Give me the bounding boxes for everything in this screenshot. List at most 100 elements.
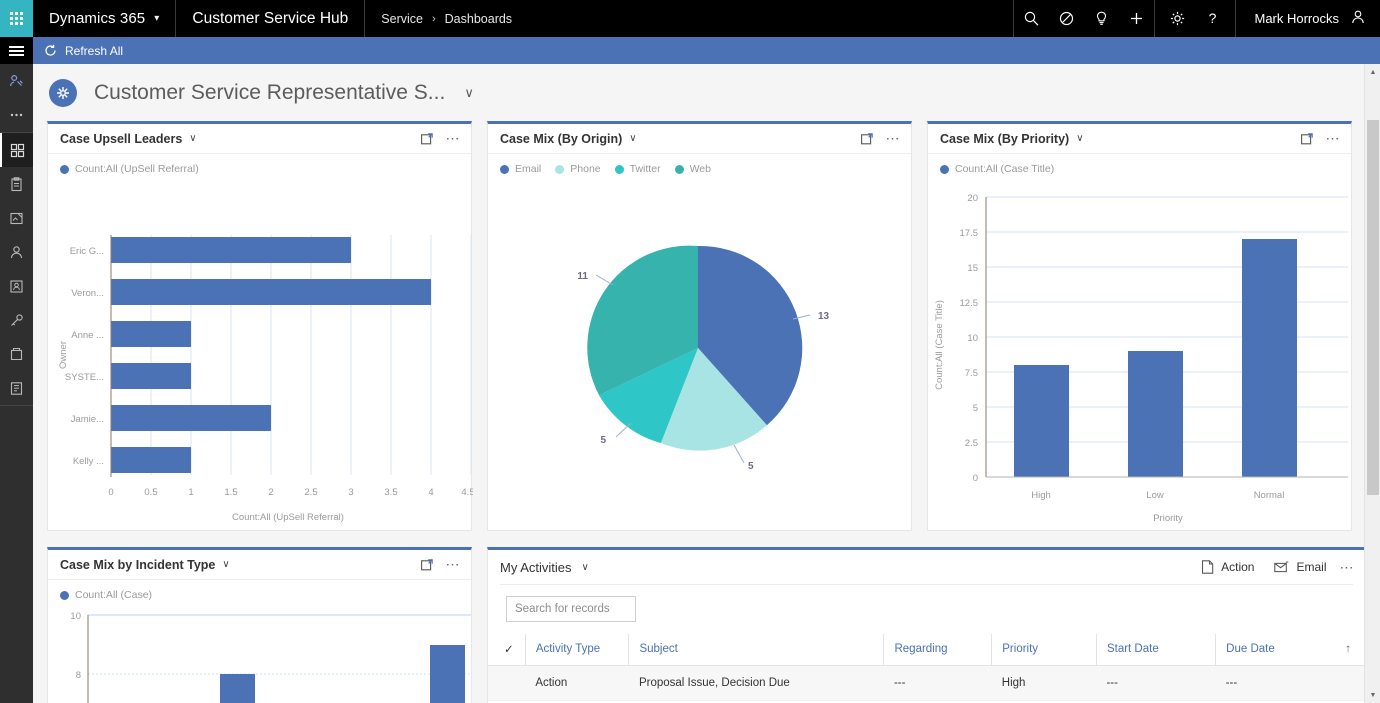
help-icon[interactable]: ? [1195, 0, 1230, 37]
chart-case-mix-priority[interactable]: 20 17.5 15 12.5 10 7.5 5 2.5 0 High Low … [928, 175, 1351, 545]
legend-item-phone[interactable]: Phone [555, 163, 601, 175]
card-title: My Activities [500, 559, 572, 575]
chart-legend: Count:All (UpSell Referral) [48, 154, 471, 175]
activities-icon [11, 176, 22, 191]
svg-text:15: 15 [967, 263, 978, 274]
table-row[interactable]: Action Proposal Issue, Decision Due --- … [488, 665, 1365, 701]
cell-subject[interactable]: Proposal Issue, Decision Due [628, 665, 884, 701]
chart-case-mix-incident-type[interactable]: 10 8 [48, 601, 471, 703]
app-name[interactable]: Customer Service Hub [176, 0, 366, 37]
top-navigation-bar: Dynamics 365 ▾ Customer Service Hub Serv… [0, 0, 1380, 37]
left-navigation [0, 64, 33, 703]
column-header-regarding[interactable]: Regarding [883, 634, 992, 666]
expand-icon[interactable] [420, 558, 433, 571]
dashboard-content: Customer Service Representative S... ∨ C… [33, 64, 1380, 703]
svg-text:0: 0 [973, 473, 978, 484]
dynamics-dashboard-app: Dynamics 365 ▾ Customer Service Hub Serv… [0, 0, 1380, 703]
sidebar-item-recent[interactable] [0, 64, 33, 98]
row-checkbox[interactable] [488, 665, 526, 701]
expand-icon[interactable] [860, 132, 873, 145]
refresh-icon [45, 44, 56, 56]
svg-text:Jamie...: Jamie... [71, 414, 104, 425]
chevron-down-icon[interactable]: ∨ [582, 562, 589, 573]
column-header-activity-type[interactable]: Activity Type [524, 634, 629, 666]
table-header-row: ✓ Activity Type Subject Regarding Priori… [488, 634, 1365, 666]
sidebar-item-reports[interactable] [0, 371, 33, 405]
breadcrumb-page[interactable]: Dashboards [445, 12, 512, 26]
activities-header: My Activities ∨ Action Email ⋯ [488, 550, 1365, 584]
legend-color-dot [60, 590, 69, 600]
app-launcher-icon[interactable] [0, 0, 33, 37]
more-options-icon[interactable]: ⋯ [446, 556, 462, 573]
svg-text:4: 4 [428, 487, 433, 498]
settings-icon[interactable] [1160, 0, 1195, 37]
sidebar-item-activities[interactable] [0, 167, 33, 201]
sidebar-item-cases[interactable] [0, 201, 33, 235]
search-input[interactable] [515, 603, 669, 615]
expand-icon[interactable] [420, 132, 433, 145]
scrollbar-thumb[interactable] [1367, 120, 1379, 495]
svg-text:7.5: 7.5 [965, 368, 978, 379]
legend-item-email[interactable]: Email [500, 163, 541, 175]
quick-create-icon[interactable] [1119, 0, 1154, 37]
chevron-down-icon[interactable]: ∨ [629, 133, 636, 144]
card-header: Case Upsell Leaders ∨ ⋯ [48, 124, 471, 154]
search-input-wrapper[interactable] [506, 596, 669, 622]
vertical-scrollbar[interactable]: ▲ ▼ [1364, 64, 1380, 703]
user-name: Mark Horrocks [1254, 11, 1339, 26]
card-header: Case Mix by Incident Type ∨ ⋯ [48, 550, 471, 580]
search-icon[interactable] [1014, 0, 1049, 37]
legend-item-twitter[interactable]: Twitter [614, 163, 661, 175]
card-title: Case Upsell Leaders [60, 131, 183, 146]
knowledge-icon [11, 313, 23, 326]
dashboard-selector-chevron-down-icon[interactable]: ∨ [464, 85, 474, 101]
chart-case-mix-origin[interactable]: 13 5 5 11 [488, 175, 911, 545]
more-options-icon[interactable]: ⋯ [886, 130, 902, 147]
chevron-down-icon[interactable]: ▾ [154, 13, 159, 24]
sidebar-item-more[interactable] [0, 98, 33, 132]
chevron-down-icon[interactable]: ∨ [1076, 133, 1083, 144]
sidebar-item-knowledge[interactable] [0, 303, 33, 337]
assistant-icon[interactable] [1084, 0, 1119, 37]
column-header-subject[interactable]: Subject [628, 634, 884, 666]
scroll-up-icon[interactable]: ▲ [1365, 64, 1380, 80]
refresh-all-button[interactable]: Refresh All [44, 44, 123, 58]
column-header-priority[interactable]: Priority [991, 634, 1097, 666]
column-header-due-date[interactable]: Due Date [1215, 634, 1334, 666]
chevron-down-icon[interactable]: ∨ [189, 133, 196, 144]
sidebar-item-contacts[interactable] [0, 269, 33, 303]
chart-upsell-leaders[interactable]: Eric G... Veron... Anne ... SYSTE... Jam… [48, 175, 475, 545]
command-bar: Refresh All [0, 37, 1380, 64]
svg-text:3: 3 [348, 487, 353, 498]
svg-text:0.5: 0.5 [144, 487, 157, 498]
select-all-checkbox[interactable]: ✓ [488, 634, 526, 666]
breadcrumb-area[interactable]: Service [381, 12, 423, 26]
legend-item-web[interactable]: Web [674, 163, 711, 175]
breadcrumb-separator-icon: › [431, 12, 436, 25]
svg-text:Normal: Normal [1254, 490, 1285, 501]
more-options-icon[interactable]: ⋯ [1340, 559, 1356, 576]
email-button[interactable]: Email [1274, 560, 1327, 574]
action-button[interactable]: Action [1201, 560, 1254, 574]
scroll-down-icon[interactable]: ▼ [1365, 687, 1380, 703]
expand-icon[interactable] [1300, 132, 1313, 145]
nav-section-entities [0, 133, 33, 406]
legend-label: Web [689, 163, 711, 175]
dashboard-avatar-icon [49, 78, 77, 107]
column-header-start-date[interactable]: Start Date [1095, 634, 1216, 666]
sort-indicator-icon[interactable]: ↑ [1333, 634, 1365, 666]
brand-menu[interactable]: Dynamics 365 ▾ [33, 0, 177, 37]
chevron-down-icon[interactable]: ∨ [222, 559, 229, 570]
hamburger-icon[interactable] [0, 37, 33, 64]
user-profile[interactable]: Mark Horrocks [1235, 0, 1380, 37]
more-options-icon[interactable]: ⋯ [446, 130, 462, 147]
svg-text:Anne ...: Anne ... [71, 330, 104, 341]
advanced-find-icon[interactable] [1049, 0, 1084, 37]
more-options-icon[interactable]: ⋯ [1326, 130, 1342, 147]
sidebar-item-accounts[interactable] [0, 235, 33, 269]
sidebar-item-dashboards[interactable] [0, 133, 33, 167]
sidebar-item-queues[interactable] [0, 337, 33, 371]
svg-text:10: 10 [967, 333, 978, 344]
card-header: Case Mix (By Priority) ∨ ⋯ [928, 124, 1351, 154]
activities-table: ✓ Activity Type Subject Regarding Priori… [488, 634, 1365, 701]
